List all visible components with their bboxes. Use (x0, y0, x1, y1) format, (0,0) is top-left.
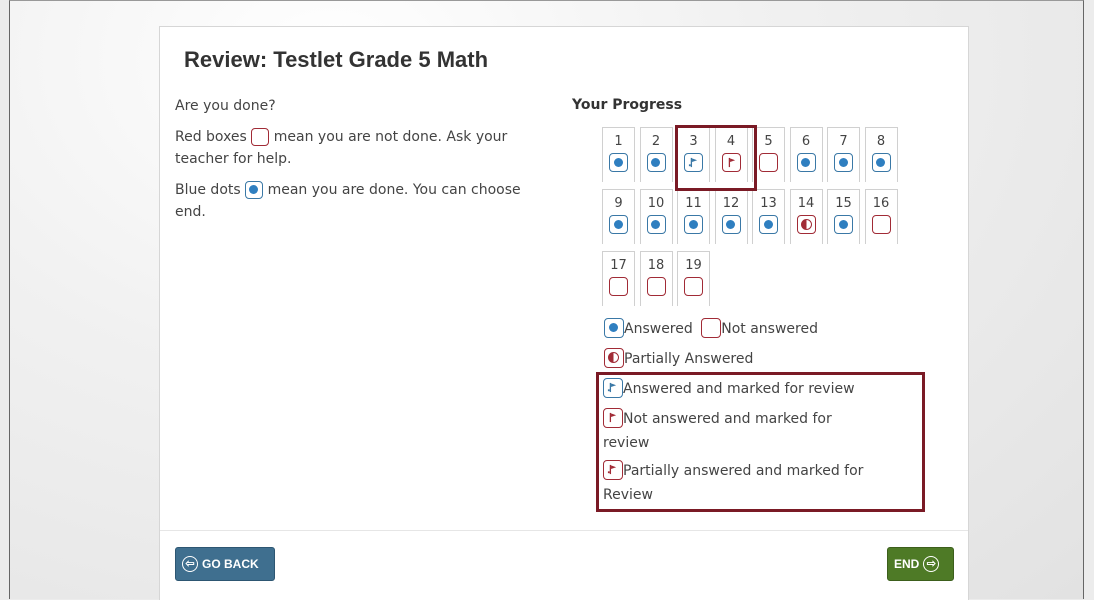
question-item[interactable]: 2 (639, 127, 673, 182)
blue-dot-label: Blue dots (175, 182, 241, 198)
footer-divider (160, 530, 968, 531)
red-box-instruction: Red boxes mean you are not done. Ask you… (175, 126, 535, 170)
question-number: 18 (647, 258, 665, 273)
review-card: Review: Testlet Grade 5 Math Are you don… (159, 26, 969, 600)
blue-dot-instruction: Blue dots mean you are done. You can cho… (175, 179, 535, 223)
question-number: 6 (801, 134, 811, 149)
question-item[interactable]: 18 (639, 251, 673, 306)
question-text: Are you done? (175, 98, 276, 114)
empty-box-icon (684, 277, 703, 296)
answered-dot-icon (871, 153, 891, 172)
legend-answered-marked-text: Answered and marked for review (623, 381, 855, 397)
answered-dot-icon (759, 215, 778, 234)
red-box-label: Red boxes (175, 129, 247, 145)
not-answered-marked-icon (603, 408, 623, 428)
answered-dot-icon (834, 153, 853, 172)
question-number: 13 (760, 196, 777, 211)
question-item[interactable]: 9 (602, 189, 635, 244)
question-number: 14 (797, 196, 815, 211)
legend-row-1: Answered Not answered (604, 317, 924, 341)
question-number: 19 (685, 258, 702, 273)
question-number: 11 (685, 196, 702, 211)
legend-not-answered-marked: Not answered and marked for review (603, 407, 919, 455)
question-item[interactable]: 7 (827, 127, 860, 182)
page-frame: Review: Testlet Grade 5 Math Are you don… (9, 0, 1084, 600)
question-item[interactable]: 1 (602, 127, 635, 182)
legend-answered-marked: Answered and marked for review (603, 377, 919, 401)
question-item[interactable]: 10 (639, 189, 673, 244)
answered-dot-icon (721, 215, 741, 234)
go-back-label: GO BACK (202, 557, 259, 571)
legend-partial-marked-text-b: Review (603, 487, 653, 503)
question-number: 5 (764, 134, 773, 149)
legend-partial-marked-text-a: Partially answered and marked for (623, 463, 864, 479)
question-number: 8 (876, 134, 886, 149)
empty-box-icon (609, 277, 628, 296)
partial-marked-icon (603, 460, 623, 480)
partial-circle-icon (796, 215, 816, 234)
empty-box-icon (759, 153, 778, 172)
answered-dot-icon (646, 215, 666, 234)
instructions: Are you done? Red boxes mean you are not… (175, 95, 535, 232)
question-item[interactable]: 16 (864, 189, 898, 244)
question-item[interactable]: 12 (714, 189, 748, 244)
end-button[interactable]: END ⇨ (887, 547, 954, 581)
not-answered-icon (701, 318, 722, 338)
answered-dot-icon (609, 215, 628, 234)
question-item[interactable]: 17 (602, 251, 635, 306)
go-back-button[interactable]: ⇦ GO BACK (175, 547, 275, 581)
legend-not-answered-marked-text-b: review (603, 435, 650, 451)
question-number: 12 (722, 196, 740, 211)
legend-not-answered: Not answered (721, 321, 818, 337)
marked-items-highlight (675, 125, 757, 191)
question-number: 2 (651, 134, 661, 149)
question-number: 16 (872, 196, 890, 211)
question-number: 7 (839, 134, 848, 149)
question-item[interactable]: 15 (827, 189, 860, 244)
question-number: 9 (614, 196, 623, 211)
legend-partial: Partially Answered (624, 351, 754, 367)
red-box-icon (251, 128, 270, 146)
question-item[interactable]: 13 (752, 189, 785, 244)
answered-dot-icon (834, 215, 853, 234)
legend-row-2: Partially Answered (604, 347, 924, 371)
answered-dot-icon (684, 215, 703, 234)
page-title: Review: Testlet Grade 5 Math (184, 47, 489, 72)
legend-not-answered-marked-text-a: Not answered and marked for (623, 411, 832, 427)
question-item[interactable]: 11 (677, 189, 710, 244)
answered-dot-icon (796, 153, 816, 172)
arrow-right-icon: ⇨ (923, 556, 940, 572)
blue-dot-icon (245, 181, 264, 199)
question-number: 1 (614, 134, 623, 149)
question-item[interactable]: 19 (677, 251, 710, 306)
empty-box-icon (871, 215, 891, 234)
legend-marked: Answered and marked for review Not answe… (603, 377, 919, 507)
question-number: 17 (610, 258, 627, 273)
empty-box-icon (646, 277, 666, 296)
partially-answered-icon (604, 348, 624, 368)
question-item[interactable]: 14 (789, 189, 823, 244)
progress-heading: Your Progress (572, 97, 683, 113)
question-item[interactable]: 8 (864, 127, 898, 182)
arrow-left-icon: ⇦ (182, 556, 198, 572)
legend-partial-marked: Partially answered and marked for Review (603, 459, 919, 507)
question-item[interactable]: 6 (789, 127, 823, 182)
question-number: 10 (647, 196, 665, 211)
answered-icon (604, 318, 624, 338)
answered-dot-icon (646, 153, 666, 172)
answered-dot-icon (609, 153, 628, 172)
legend-answered: Answered (624, 321, 693, 337)
question-number: 15 (835, 196, 852, 211)
legend-basic: Answered Not answered Partially Answered (604, 317, 924, 371)
answered-marked-icon (603, 378, 623, 398)
end-label: END (894, 557, 920, 571)
